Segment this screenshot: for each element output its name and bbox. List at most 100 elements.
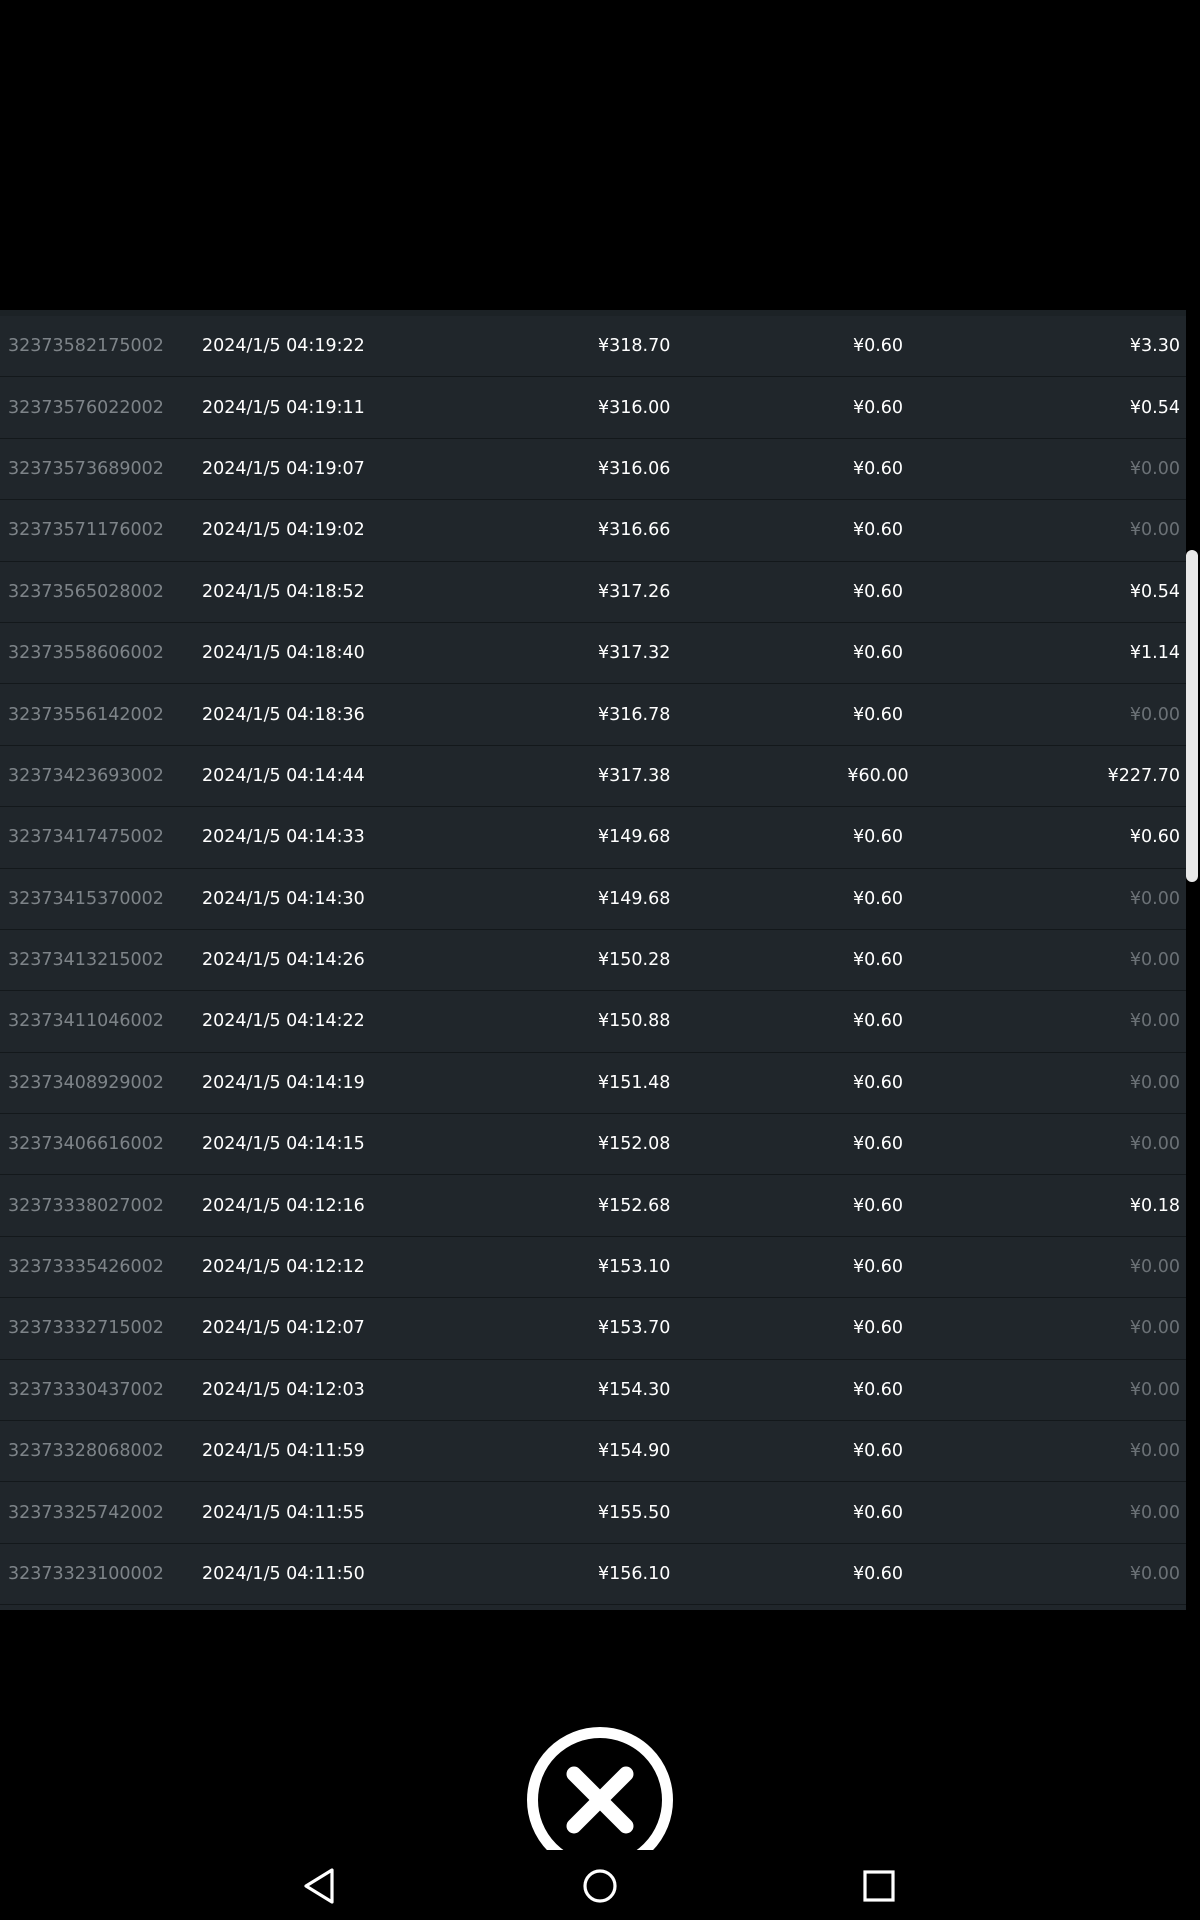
transaction-fee: ¥0.60	[852, 336, 904, 357]
transaction-return: ¥0.00	[1129, 1502, 1180, 1523]
transaction-time: 2024/1/5 04:18:36	[202, 704, 365, 725]
transaction-fee: ¥0.60	[852, 1318, 904, 1339]
transaction-amount: ¥152.68	[598, 1195, 671, 1216]
transaction-time: 2024/1/5 04:14:19	[202, 1072, 365, 1093]
transaction-return: ¥0.00	[1129, 1072, 1180, 1093]
transaction-id: 32373571176002	[8, 520, 164, 541]
transaction-amount: ¥317.38	[598, 765, 671, 786]
transaction-fee: ¥0.60	[852, 950, 904, 971]
table-row[interactable]: 32373417475002 2024/1/5 04:14:33 ¥149.68 ¥0…	[0, 807, 1186, 869]
transaction-return: ¥0.00	[1129, 1257, 1180, 1278]
transaction-return: ¥0.00	[1129, 888, 1180, 909]
transaction-time: 2024/1/5 04:12:07	[202, 1318, 365, 1339]
table-row[interactable]: 32373576022002 2024/1/5 04:19:11 ¥316.00 ¥0…	[0, 377, 1186, 439]
scrollbar-thumb[interactable]	[1186, 550, 1198, 882]
transaction-id: 32373423693002	[8, 765, 164, 786]
transaction-amount: ¥154.30	[598, 1379, 671, 1400]
transaction-amount: ¥316.78	[598, 704, 671, 725]
transaction-fee: ¥0.60	[852, 397, 904, 418]
transaction-return: ¥0.00	[1129, 1011, 1180, 1032]
table-row[interactable]: 32373558606002 2024/1/5 04:18:40 ¥317.32 ¥0…	[0, 623, 1186, 685]
table-row[interactable]: 32373415370002 2024/1/5 04:14:30 ¥149.68 ¥0…	[0, 869, 1186, 930]
transaction-time: 2024/1/5 04:14:26	[202, 950, 365, 971]
home-circle-icon	[583, 1869, 617, 1903]
transaction-time: 2024/1/5 04:18:40	[202, 643, 365, 664]
nav-recents-button[interactable]	[857, 1864, 901, 1908]
table-row[interactable]: 32373556142002 2024/1/5 04:18:36 ¥316.78 ¥0…	[0, 684, 1186, 746]
close-icon	[566, 1766, 634, 1834]
transaction-fee: ¥0.60	[852, 1502, 904, 1523]
transaction-time: 2024/1/5 04:18:52	[202, 581, 365, 602]
transaction-return: ¥0.00	[1129, 520, 1180, 541]
transaction-amount: ¥150.28	[598, 950, 671, 971]
table-row[interactable]: 32373573689002 2024/1/5 04:19:07 ¥316.06 ¥0…	[0, 439, 1186, 501]
transaction-id: 32373573689002	[8, 458, 164, 479]
table-row[interactable]: 32373582175002 2024/1/5 04:19:22 ¥318.70 ¥0…	[0, 316, 1186, 378]
transaction-fee: ¥0.60	[852, 827, 904, 848]
transaction-id: 32373558606002	[8, 643, 164, 664]
transaction-id: 32373582175002	[8, 336, 164, 357]
nav-home-button[interactable]	[578, 1864, 622, 1908]
transaction-return: ¥1.14	[1129, 643, 1180, 664]
transaction-amount: ¥316.06	[598, 458, 671, 479]
transaction-fee: ¥0.60	[852, 581, 904, 602]
table-row[interactable]: 32373571176002 2024/1/5 04:19:02 ¥316.66 ¥0…	[0, 500, 1186, 562]
transaction-id: 32373556142002	[8, 704, 164, 725]
transaction-table[interactable]: 32373582175002 2024/1/5 04:19:22 ¥318.70 ¥0…	[0, 310, 1186, 1610]
table-row[interactable]: 32373565028002 2024/1/5 04:18:52 ¥317.26 ¥0…	[0, 562, 1186, 623]
nav-back-button[interactable]	[298, 1864, 342, 1908]
transaction-amount: ¥154.90	[598, 1441, 671, 1462]
transaction-fee: ¥0.60	[852, 1072, 904, 1093]
transaction-return: ¥0.00	[1129, 458, 1180, 479]
transaction-time: 2024/1/5 04:11:59	[202, 1441, 365, 1462]
transaction-fee: ¥0.60	[852, 1441, 904, 1462]
table-row[interactable]: 32373423693002 2024/1/5 04:14:44 ¥317.38 ¥6…	[0, 746, 1186, 808]
table-row[interactable]: 32373325742002 2024/1/5 04:11:55 ¥155.50 ¥0…	[0, 1482, 1186, 1544]
transaction-fee: ¥0.60	[852, 704, 904, 725]
transaction-time: 2024/1/5 04:12:12	[202, 1257, 365, 1278]
transaction-fee: ¥0.60	[852, 1134, 904, 1155]
transaction-return: ¥0.00	[1129, 1441, 1180, 1462]
table-row[interactable]: 32373335426002 2024/1/5 04:12:12 ¥153.10 ¥0…	[0, 1237, 1186, 1299]
table-row[interactable]: 32373408929002 2024/1/5 04:14:19 ¥151.48 ¥0…	[0, 1053, 1186, 1115]
transaction-fee: ¥0.60	[852, 1011, 904, 1032]
transaction-return: ¥0.00	[1129, 1134, 1180, 1155]
transaction-time: 2024/1/5 04:19:07	[202, 458, 365, 479]
transaction-return: ¥0.60	[1129, 827, 1180, 848]
table-row[interactable]: 32373328068002 2024/1/5 04:11:59 ¥154.90 ¥0…	[0, 1421, 1186, 1483]
table-row[interactable]: 32373406616002 2024/1/5 04:14:15 ¥152.08 ¥0…	[0, 1114, 1186, 1176]
transaction-time: 2024/1/5 04:14:30	[202, 888, 365, 909]
transaction-fee: ¥0.60	[852, 1195, 904, 1216]
transaction-amount: ¥316.00	[598, 397, 671, 418]
transaction-id: 32373413215002	[8, 950, 164, 971]
transaction-return: ¥0.18	[1129, 1195, 1180, 1216]
transaction-time: 2024/1/5 04:12:16	[202, 1195, 365, 1216]
transaction-time: 2024/1/5 04:14:44	[202, 765, 365, 786]
transaction-time: 2024/1/5 04:14:15	[202, 1134, 365, 1155]
transaction-return: ¥0.54	[1129, 581, 1180, 602]
system-nav-bar	[0, 1850, 1200, 1920]
transaction-id: 32373406616002	[8, 1134, 164, 1155]
table-row[interactable]: 32373332715002 2024/1/5 04:12:07 ¥153.70 ¥0…	[0, 1298, 1186, 1360]
transaction-id: 32373411046002	[8, 1011, 164, 1032]
table-row[interactable]: 32373411046002 2024/1/5 04:14:22 ¥150.88 ¥0…	[0, 991, 1186, 1053]
table-row[interactable]: 32373330437002 2024/1/5 04:12:03 ¥154.30 ¥0…	[0, 1360, 1186, 1422]
transaction-time: 2024/1/5 04:14:22	[202, 1011, 365, 1032]
transaction-time: 2024/1/5 04:12:03	[202, 1379, 365, 1400]
transaction-fee: ¥0.60	[852, 1564, 904, 1584]
transaction-amount: ¥150.88	[598, 1011, 671, 1032]
transaction-amount: ¥149.68	[598, 888, 671, 909]
transaction-id: 32373417475002	[8, 827, 164, 848]
transaction-amount: ¥155.50	[598, 1502, 671, 1523]
transaction-id: 32373335426002	[8, 1257, 164, 1278]
transaction-time: 2024/1/5 04:11:50	[202, 1564, 365, 1584]
transaction-amount: ¥152.08	[598, 1134, 671, 1155]
transaction-return: ¥0.00	[1129, 1379, 1180, 1400]
table-row[interactable]: 32373338027002 2024/1/5 04:12:16 ¥152.68 ¥0…	[0, 1175, 1186, 1237]
table-row[interactable]: 32373413215002 2024/1/5 04:14:26 ¥150.28 ¥0…	[0, 930, 1186, 992]
table-row[interactable]: 32373323100002 2024/1/5 04:11:50 ¥156.10 ¥0…	[0, 1544, 1186, 1606]
transaction-return: ¥0.00	[1129, 1318, 1180, 1339]
transaction-id: 32373576022002	[8, 397, 164, 418]
transaction-id: 32373408929002	[8, 1072, 164, 1093]
table-rows: 32373582175002 2024/1/5 04:19:22 ¥318.70 ¥0…	[0, 316, 1186, 1606]
